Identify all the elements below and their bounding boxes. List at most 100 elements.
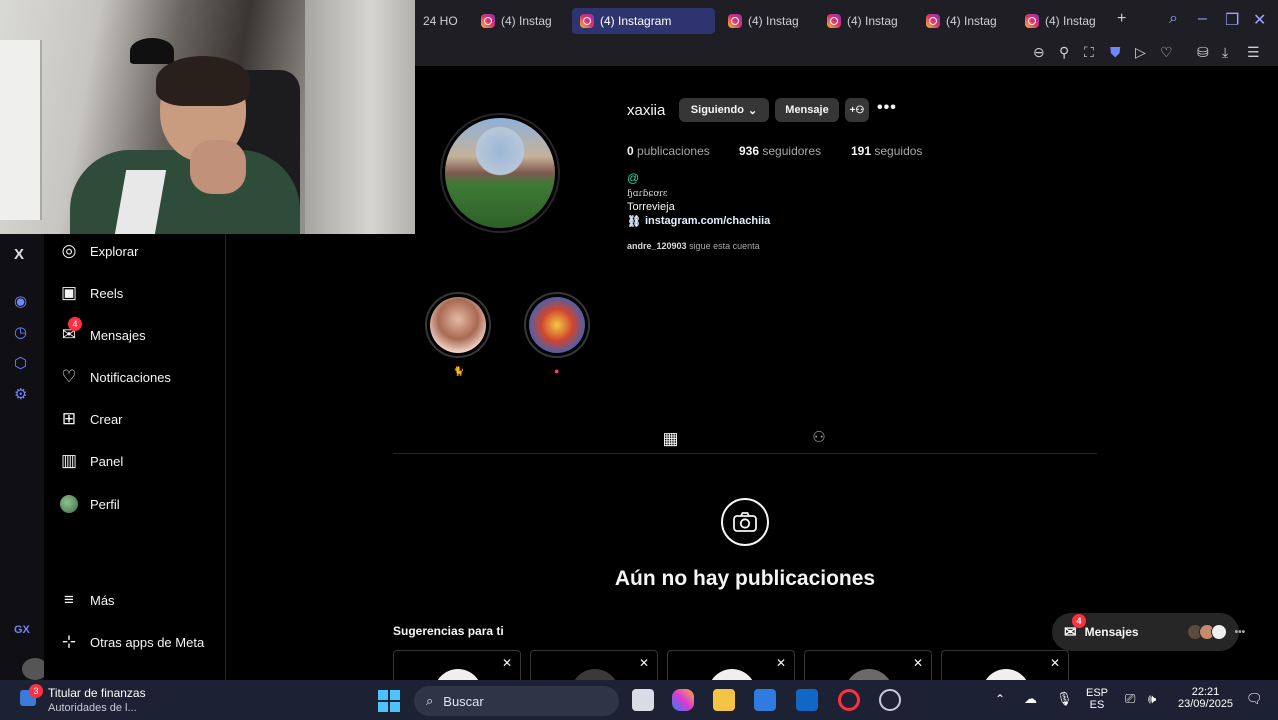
dismiss-suggestion-icon[interactable]: ✕: [502, 656, 512, 670]
snapshot-icon[interactable]: ⛶: [1084, 44, 1094, 61]
opera-sidebar: X ◉ ◷ ⬡ ⚙ GX: [0, 234, 48, 680]
onedrive-icon[interactable]: ☁: [1024, 691, 1037, 707]
dismiss-suggestion-icon[interactable]: ✕: [639, 656, 649, 670]
browser-tab[interactable]: (4) Instag: [473, 8, 563, 34]
suggestion-card[interactable]: ✕: [941, 650, 1069, 680]
profile-picture[interactable]: [440, 113, 560, 233]
wallet-icon[interactable]: ⛁: [1197, 44, 1209, 61]
browser-tab[interactable]: (4) Instag: [819, 8, 911, 34]
nav-explorar[interactable]: ◎ Explorar: [60, 236, 139, 266]
nav-label: Crear: [90, 411, 123, 427]
suggestion-card[interactable]: ✕: [530, 650, 658, 680]
gx-icon[interactable]: GX: [14, 624, 30, 636]
followed-by[interactable]: andre_120903 sigue esta cuenta: [627, 241, 760, 251]
tagged-icon: ⚇: [812, 429, 826, 446]
webcam-overlay: [0, 0, 415, 234]
x-twitter-icon[interactable]: X: [14, 246, 24, 263]
store-icon[interactable]: [754, 689, 776, 711]
pin-icon[interactable]: ⚲: [1059, 44, 1069, 61]
suggestion-card[interactable]: ✕: [804, 650, 932, 680]
heart-icon[interactable]: ♡: [1160, 44, 1173, 61]
extensions-icon[interactable]: ⬡: [14, 354, 27, 372]
search-tabs-icon[interactable]: ⌕: [1169, 10, 1178, 28]
search-icon: ⌕: [426, 693, 434, 708]
browser-tab[interactable]: 24 HO: [415, 8, 473, 34]
lang-bottom: ES: [1089, 699, 1105, 711]
dismiss-suggestion-icon[interactable]: ✕: [913, 656, 923, 670]
story-highlight[interactable]: [524, 292, 590, 358]
microphone-icon[interactable]: 🎙: [1056, 691, 1073, 707]
suggestion-card[interactable]: ✕: [393, 650, 521, 680]
suggestions-title: Sugerencias para ti: [393, 624, 504, 638]
new-tab-button[interactable]: +: [1117, 10, 1126, 28]
start-button[interactable]: [378, 690, 400, 712]
opera-gx-icon[interactable]: [838, 689, 860, 711]
tray-chevron-icon[interactable]: ⌃: [995, 692, 1005, 706]
dismiss-suggestion-icon[interactable]: ✕: [1050, 656, 1060, 670]
copilot-icon[interactable]: [672, 689, 694, 711]
windows-taskbar: 3 Titular de finanzas Autoridades de l...…: [0, 680, 1278, 720]
send-icon[interactable]: ▷: [1135, 44, 1146, 61]
tab-posts[interactable]: ▦: [646, 424, 695, 454]
zoom-out-icon[interactable]: ⊖: [1033, 44, 1045, 61]
profile-image: [445, 118, 555, 228]
browser-tab[interactable]: (4) Instag: [1017, 8, 1109, 34]
nav-perfil[interactable]: Perfil: [60, 489, 120, 519]
maximize-icon[interactable]: ❐: [1225, 10, 1239, 30]
browser-tab[interactable]: (4) Instag: [720, 8, 812, 34]
browser-tab-bar: 24 HO (4) Instag (4) Instagram (4) Insta…: [415, 0, 1278, 42]
message-button[interactable]: Mensaje: [775, 98, 839, 122]
menu-icon[interactable]: ☰: [1247, 44, 1260, 61]
download-icon[interactable]: ⤓: [1222, 44, 1228, 61]
messages-pill-label: Mensajes: [1084, 625, 1139, 639]
chrome-like-icon[interactable]: [879, 689, 901, 711]
volume-icon[interactable]: 🕪: [1148, 691, 1156, 707]
webcam-person: [70, 150, 300, 234]
followers-stat[interactable]: 936 seguidores: [739, 144, 821, 158]
story-highlight[interactable]: [425, 292, 491, 358]
bio-link[interactable]: ⛓ instagram.com/chachiia: [627, 215, 770, 228]
browser-tab-active[interactable]: (4) Instagram: [572, 8, 715, 34]
tab-label: (4) Instag: [946, 14, 997, 28]
suggestion-card[interactable]: ✕: [667, 650, 795, 680]
highlight-image: [430, 297, 486, 353]
task-view-icon[interactable]: [632, 689, 654, 711]
player-icon[interactable]: ◉: [14, 292, 27, 310]
shield-icon[interactable]: ⛊: [1110, 44, 1121, 61]
followed-by-user: andre_120903: [627, 241, 687, 251]
webcam-lamp: [130, 38, 174, 64]
news-widget[interactable]: Titular de finanzas Autoridades de l...: [48, 686, 146, 714]
messenger-icon: ✉ 4: [60, 317, 82, 345]
nav-panel[interactable]: ▥ Panel: [60, 446, 123, 476]
taskbar-search[interactable]: ⌕ Buscar: [414, 686, 619, 716]
outlook-icon[interactable]: [796, 689, 818, 711]
nav-notificaciones[interactable]: ♡ Notificaciones: [60, 362, 171, 392]
threads-icon[interactable]: @: [627, 171, 639, 185]
more-options-icon[interactable]: •••: [877, 99, 897, 117]
nav-meta-apps[interactable]: ⊹ Otras apps de Meta: [60, 627, 204, 657]
dismiss-suggestion-icon[interactable]: ✕: [776, 656, 786, 670]
following-button[interactable]: Siguiendo ⌄: [679, 98, 769, 122]
tab-tagged[interactable]: ⚇: [806, 424, 832, 450]
following-stat[interactable]: 191 seguidos: [851, 144, 922, 158]
clock[interactable]: 22:21 23/09/2025: [1178, 686, 1233, 710]
minimize-icon[interactable]: –: [1198, 10, 1207, 28]
suggest-user-button[interactable]: +⚇: [845, 98, 869, 122]
highlight-emoji-label: ●: [554, 366, 560, 376]
nav-mensajes[interactable]: ✉ 4 Mensajes: [60, 317, 146, 350]
language-indicator[interactable]: ESP ES: [1086, 687, 1108, 711]
file-explorer-icon[interactable]: [713, 689, 735, 711]
nav-label: Reels: [90, 285, 124, 301]
close-window-icon[interactable]: ✕: [1253, 10, 1266, 30]
nav-reels[interactable]: ▣ Reels: [60, 278, 123, 308]
nav-mas[interactable]: ≡ Más: [60, 585, 115, 615]
posts-stat: 0 publicaciones: [627, 144, 710, 158]
browser-tab[interactable]: (4) Instag: [918, 8, 1010, 34]
messages-pill[interactable]: ✉ 4 Mensajes •••: [1052, 613, 1245, 651]
nav-crear[interactable]: ⊞ Crear: [60, 404, 123, 434]
notifications-icon[interactable]: 🗨: [1246, 691, 1263, 707]
settings-gear-icon[interactable]: ⚙: [14, 385, 27, 403]
network-icon[interactable]: ⎚: [1125, 691, 1135, 707]
tabs-divider: [393, 453, 1097, 454]
history-icon[interactable]: ◷: [14, 323, 27, 341]
